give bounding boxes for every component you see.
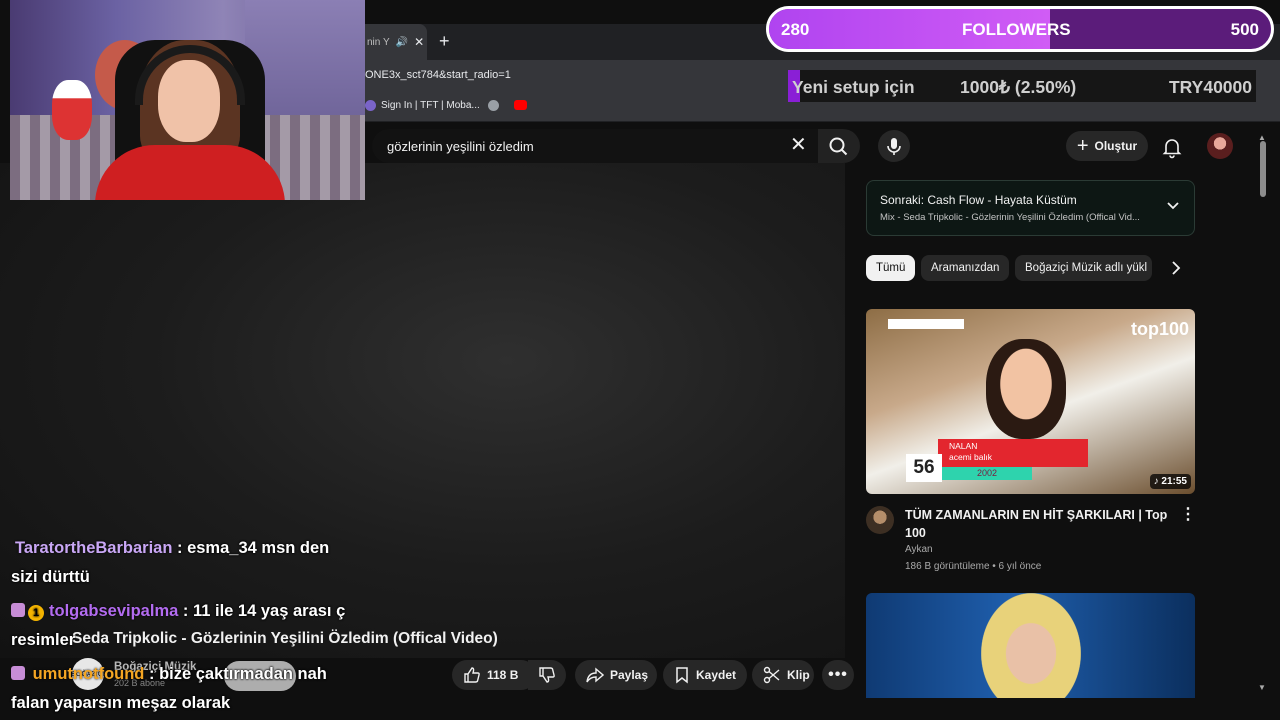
donation-goal: TRY40000: [1168, 77, 1252, 97]
video-thumbnail[interactable]: top100 NALAN acemi balık 2002 56 ♪ 21:55: [866, 309, 1195, 494]
globe-icon: [488, 100, 499, 111]
channel-avatar[interactable]: [866, 506, 894, 534]
youtube-icon: [514, 100, 527, 110]
chip-channel[interactable]: Boğaziçi Müzik adlı yükl: [1015, 255, 1152, 281]
up-next-title: Sonraki: Cash Flow - Hayata Küstüm: [880, 193, 1077, 207]
create-button[interactable]: + Oluştur: [1066, 131, 1148, 161]
clear-search-icon[interactable]: ✕: [790, 134, 807, 156]
ribbon-year: 2002: [942, 467, 1032, 480]
plus-icon: +: [1076, 135, 1089, 157]
scrollbar-thumb[interactable]: [1260, 141, 1266, 197]
channel-logo[interactable]: BOĞAZİÇİ: [71, 658, 105, 690]
video-thumbnail-2[interactable]: [866, 593, 1195, 698]
followers-current: 280: [781, 20, 810, 39]
channel-name[interactable]: Boğaziçi Müzik: [114, 661, 196, 673]
subscribe-button[interactable]: [224, 661, 296, 691]
thumbnail-label-strip: [888, 319, 964, 329]
ribbon-artist: NALAN: [949, 441, 978, 451]
url-text: ONE3x_sct784&start_radio=1: [365, 69, 511, 81]
close-tab-icon[interactable]: ✕: [414, 35, 424, 49]
scrollbar[interactable]: ▲ ▼: [1258, 133, 1268, 692]
dislike-button[interactable]: [528, 660, 566, 690]
video-title: Seda Tripkolic - Gözlerinin Yeşilini Özl…: [72, 630, 498, 647]
voice-search-button[interactable]: [878, 130, 910, 162]
up-next-panel[interactable]: Sonraki: Cash Flow - Hayata Küstüm Mix -…: [866, 180, 1195, 236]
chip-all[interactable]: Tümü: [866, 255, 916, 281]
thumbnail-person: [986, 339, 1066, 439]
search-input[interactable]: gözlerinin yeşilini özledim ✕: [372, 129, 818, 163]
webcam-hoodie: [95, 145, 285, 200]
save-button[interactable]: Kaydet: [663, 660, 747, 690]
like-count: 118 B: [487, 668, 519, 682]
filter-chips: Tümü Aramanızdan Boğaziçi Müzik adlı yük…: [866, 255, 1186, 283]
webcam-santa-toy: [52, 80, 92, 140]
duration-text: 21:55: [1161, 476, 1187, 487]
webcam-feed: [10, 0, 365, 200]
more-actions-button[interactable]: •••: [822, 660, 854, 690]
clip-button[interactable]: Klip: [752, 660, 814, 690]
recommended-video-meta: 186 B görüntüleme • 6 yıl önce: [905, 561, 1042, 572]
bookmark-icon: [676, 667, 688, 684]
rank-number: 56: [906, 454, 942, 482]
new-tab-button[interactable]: +: [439, 32, 450, 50]
chevron-down-icon[interactable]: [1166, 199, 1180, 213]
search-button[interactable]: [818, 129, 860, 163]
followers-goal: 500: [1230, 20, 1259, 39]
share-icon: [586, 667, 604, 683]
share-label: Paylaş: [610, 668, 649, 682]
youtube-page: gözlerinin yeşilini özledim ✕ + Oluştur …: [0, 123, 1280, 720]
donation-goal-bar: Yeni setup için 1000₺ (2.50%) TRY40000: [788, 70, 1256, 102]
more-horizontal-icon: •••: [828, 666, 848, 683]
microphone-icon: [887, 138, 901, 155]
browser-tab[interactable]: nin Y 🔊 ✕: [365, 24, 427, 60]
donation-amount: 1000₺ (2.50%): [960, 77, 1077, 97]
scissors-icon: [763, 666, 780, 684]
thumbnail-brand: top100: [1130, 319, 1189, 339]
tft-icon: [365, 100, 376, 111]
chip-from-search[interactable]: Aramanızdan: [921, 255, 1010, 281]
recommended-video-title[interactable]: TÜM ZAMANLARIN EN HİT ŞARKILARI | Top 10…: [905, 506, 1175, 542]
clip-label: Klip: [787, 668, 810, 682]
donation-label: Yeni setup için: [792, 77, 915, 97]
create-label: Oluştur: [1094, 139, 1138, 153]
video-duration: ♪ 21:55: [1149, 474, 1191, 489]
search-query: gözlerinin yeşilini özledim: [387, 139, 534, 154]
music-note-icon: ♪: [1153, 476, 1159, 487]
followers-label: FOLLOWERS: [962, 20, 1071, 39]
tab-title: nin Y: [367, 36, 390, 48]
song-ribbon: NALAN acemi balık: [938, 439, 1088, 467]
share-button[interactable]: Paylaş: [575, 660, 657, 690]
notifications-bell-icon[interactable]: [1160, 135, 1184, 159]
up-next-subtitle: Mix - Seda Tripkolic - Gözlerinin Yeşili…: [880, 212, 1140, 223]
ribbon-song: acemi balık: [949, 452, 992, 462]
subscriber-count: 202 B abone: [114, 678, 166, 688]
thumbs-down-icon: [539, 667, 555, 683]
like-button[interactable]: 118 B: [452, 660, 536, 690]
bookmark-youtube[interactable]: [514, 100, 527, 110]
bookmark-globe[interactable]: [488, 100, 499, 111]
recommended-channel-name[interactable]: Aykan: [905, 544, 933, 555]
search-icon: [829, 137, 848, 156]
account-avatar[interactable]: [1207, 133, 1233, 159]
bookmark-label: Sign In | TFT | Moba...: [381, 100, 480, 111]
speaker-icon[interactable]: 🔊: [396, 37, 408, 48]
followers-goal-bar: 280 FOLLOWERS 500: [766, 6, 1274, 52]
thumbnail-person: [981, 593, 1081, 698]
scroll-down-icon[interactable]: ▼: [1258, 683, 1266, 692]
save-label: Kaydet: [696, 668, 737, 682]
more-options-icon[interactable]: ⋮: [1180, 507, 1196, 523]
bookmark-signin[interactable]: Sign In | TFT | Moba...: [365, 100, 480, 111]
thumbs-up-icon: [464, 667, 480, 683]
video-player[interactable]: [0, 163, 845, 658]
chevron-right-icon[interactable]: [1168, 259, 1184, 277]
